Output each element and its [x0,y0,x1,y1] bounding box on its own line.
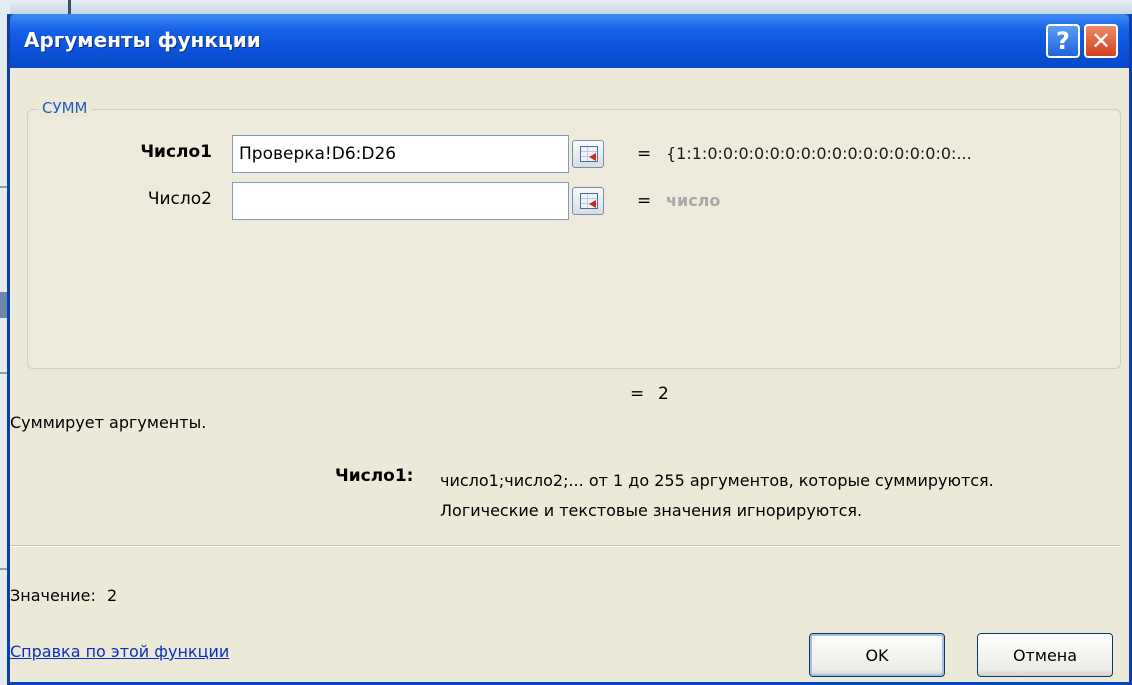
arg1-equals: = [637,144,652,164]
dialog-body: СУММ Число1 = {1:1:0:0:0:0:0:0:0:0:0:0:0… [10,68,1129,682]
arg1-input[interactable] [232,135,569,173]
value-label: Значение: [10,586,96,605]
question-mark-icon: ? [1056,27,1070,55]
function-description: Суммирует аргументы. [10,413,207,432]
arg2-label: Число2 [147,189,212,209]
arg2-equals: = [637,191,652,211]
function-name: СУММ [38,99,92,117]
arg-help-line: число1;число2;... от 1 до 255 аргументов… [440,471,994,490]
close-button[interactable]: ✕ [1084,24,1118,58]
arg2-result: число [666,191,721,210]
cancel-button[interactable]: Отмена [977,633,1113,677]
function-arguments-dialog: Аргументы функции ? ✕ СУММ Число1 = {1:1… [7,14,1132,685]
formula-result: 2 [658,384,669,404]
collapse-dialog-icon [580,193,598,209]
background-app-header [0,0,1132,14]
collapse-dialog-icon [580,146,598,162]
arg-help-name: Число1: [335,466,414,486]
ok-button[interactable]: OK [809,633,945,677]
arg-help-line: Логические и текстовые значения игнориру… [440,501,863,520]
formula-result-equals: = [630,384,645,404]
arg1-collapse-button[interactable] [572,140,604,168]
arg-help-text: число1;число2;... от 1 до 255 аргументов… [440,466,1130,526]
arg1-label: Число1 [140,142,212,162]
close-icon: ✕ [1090,27,1112,55]
dialog-titlebar[interactable]: Аргументы функции ? ✕ [10,14,1129,68]
value-result: 2 [107,586,118,605]
arg1-result: {1:1:0:0:0:0:0:0:0:0:0:0:0:0:0:0:0:0:... [666,144,972,163]
dialog-title: Аргументы функции [24,28,261,52]
function-help-link[interactable]: Справка по этой функции [10,642,229,661]
arg2-collapse-button[interactable] [572,187,604,215]
separator [10,545,1121,547]
value-line: Значение: 2 [10,586,117,605]
help-button[interactable]: ? [1046,24,1080,58]
arg2-input[interactable] [232,182,569,220]
